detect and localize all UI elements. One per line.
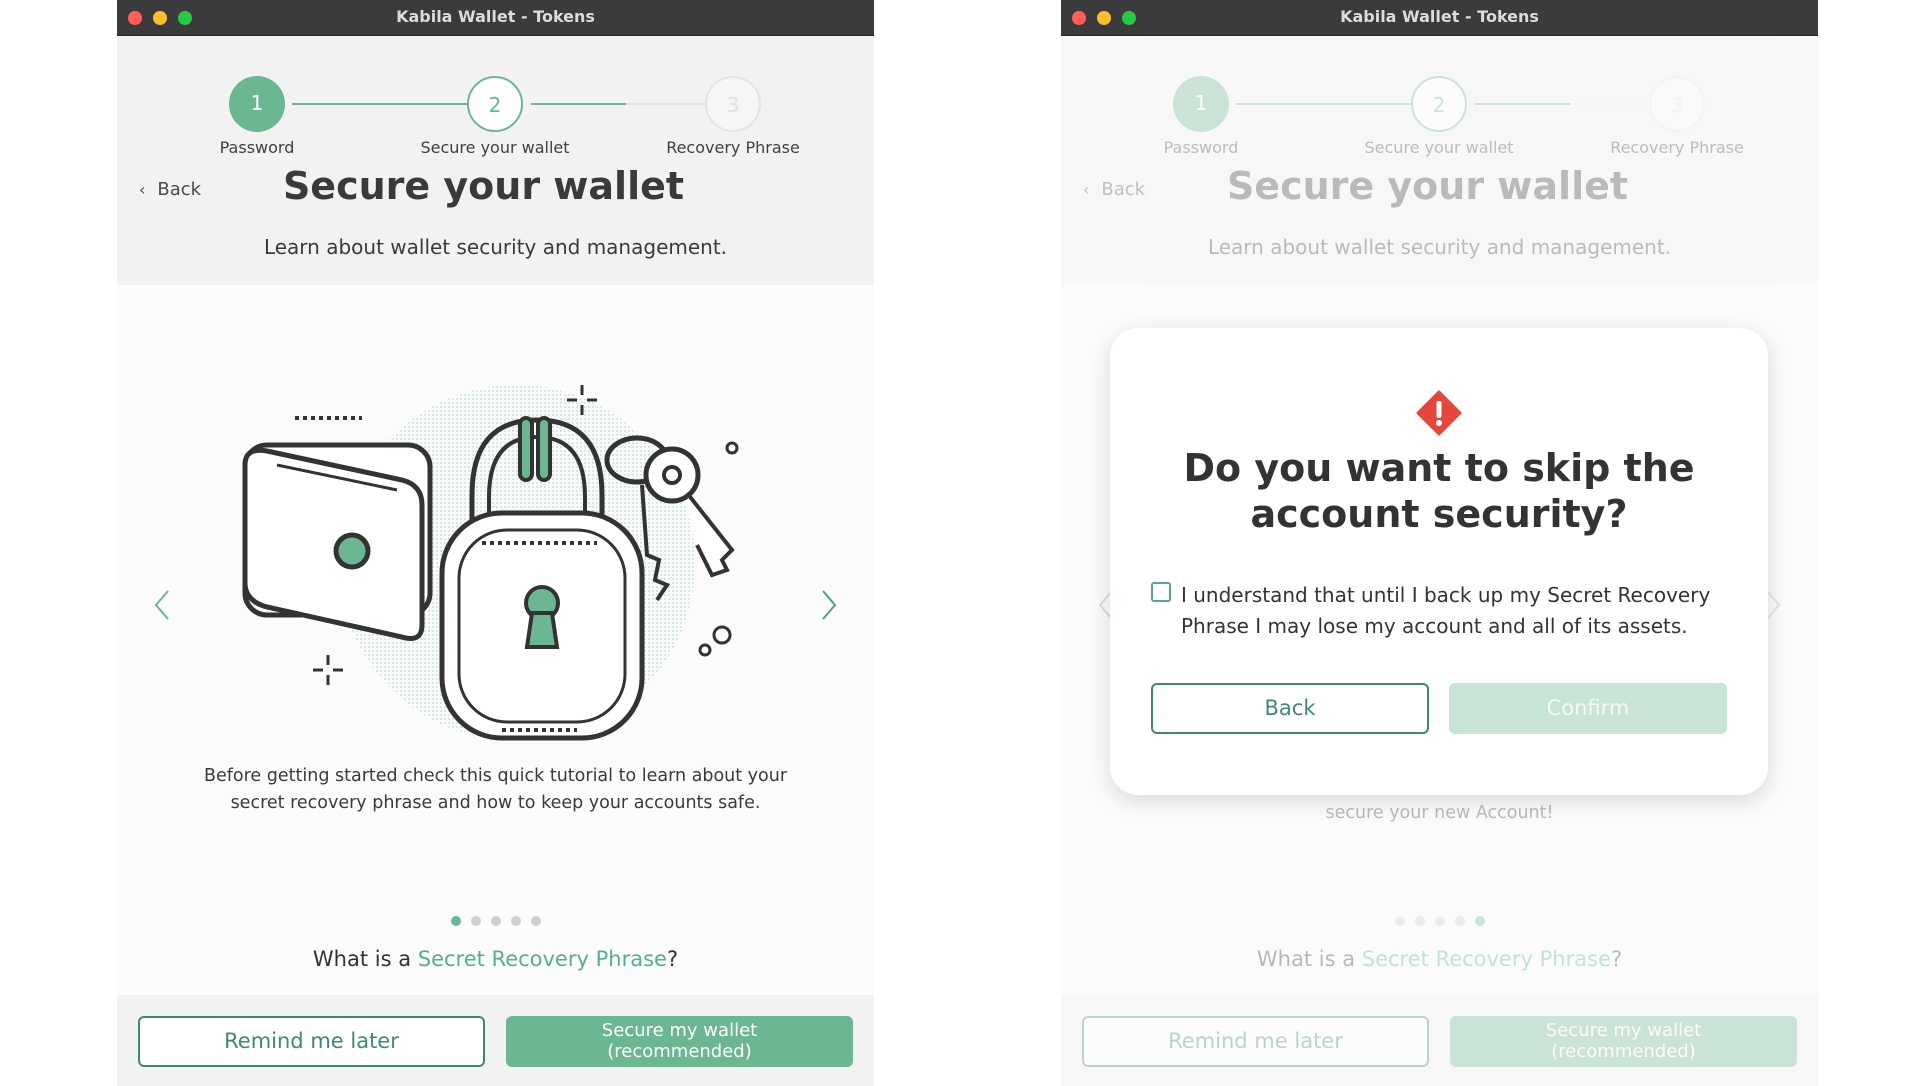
progress-stepper: 1 2 3 Password Secure your wallet Recove… [117, 56, 874, 157]
carousel-next-arrow-icon[interactable] [814, 585, 844, 625]
pagination-dot[interactable] [490, 916, 501, 926]
page-title: Secure your wallet [282, 164, 685, 208]
stepper-line [531, 103, 626, 105]
window-title: Kabila Wallet - Tokens [1340, 7, 1539, 26]
pagination-dot[interactable] [510, 916, 521, 926]
header-section: 1 2 3 Password Secure your wallet Recove… [117, 36, 874, 285]
secret-recovery-phrase-link[interactable]: Secret Recovery Phrase [418, 947, 667, 971]
title-bar: Kabila Wallet - Tokens [117, 0, 874, 36]
secure-button-line2: (recommended) [607, 1041, 752, 1062]
acknowledge-row[interactable]: I understand that until I back up my Sec… [1151, 580, 1741, 644]
dialog-back-button[interactable]: Back [1151, 683, 1429, 734]
secure-my-wallet-button[interactable]: Secure my wallet (recommended) [506, 1016, 853, 1067]
tutorial-carousel: Before getting started check this quick … [117, 285, 874, 995]
wallet-window-left: Kabila Wallet - Tokens 1 2 3 Password Se… [117, 0, 874, 1086]
what-is-srp-line: What is a Secret Recovery Phrase? [312, 947, 679, 971]
acknowledge-checkbox[interactable] [1151, 582, 1171, 602]
warning-diamond-icon [1416, 390, 1462, 436]
dialog-confirm-button[interactable]: Confirm [1449, 683, 1727, 734]
pagination-dot[interactable] [530, 916, 541, 926]
dialog-title: Do you want to skip the account security… [1183, 446, 1695, 536]
step-3-label: Recovery Phrase [666, 138, 800, 157]
secure-button-line1: Secure my wallet [601, 1020, 758, 1041]
remind-me-later-button[interactable]: Remind me later [138, 1016, 485, 1067]
wallet-lock-keys-illustration [242, 385, 739, 741]
window-title: Kabila Wallet - Tokens [396, 7, 595, 26]
step-2-circle: 2 [467, 76, 523, 132]
pagination-dot[interactable] [470, 916, 481, 926]
skip-security-dialog: Do you want to skip the account security… [1110, 328, 1768, 795]
footer-actions: Remind me later Secure my wallet (recomm… [117, 995, 874, 1086]
carousel-prev-arrow-icon[interactable] [147, 585, 177, 625]
step-1-label: Password [219, 138, 295, 157]
carousel-pagination [117, 916, 874, 926]
slide-description: Before getting started check this quick … [203, 766, 788, 813]
stepper-line [292, 103, 484, 105]
page-subtitle: Learn about wallet security and manageme… [263, 235, 728, 259]
step-2-label: Secure your wallet [420, 138, 570, 157]
wallet-window-right: Kabila Wallet - Tokens 1 2 3 Password Se… [1061, 0, 1818, 1086]
title-bar: Kabila Wallet - Tokens [1061, 0, 1818, 36]
step-1-circle: 1 [229, 76, 285, 132]
step-3-circle: 3 [705, 76, 761, 132]
pagination-dot[interactable] [450, 916, 461, 926]
acknowledge-label: I understand that until I back up my Sec… [1181, 583, 1711, 638]
